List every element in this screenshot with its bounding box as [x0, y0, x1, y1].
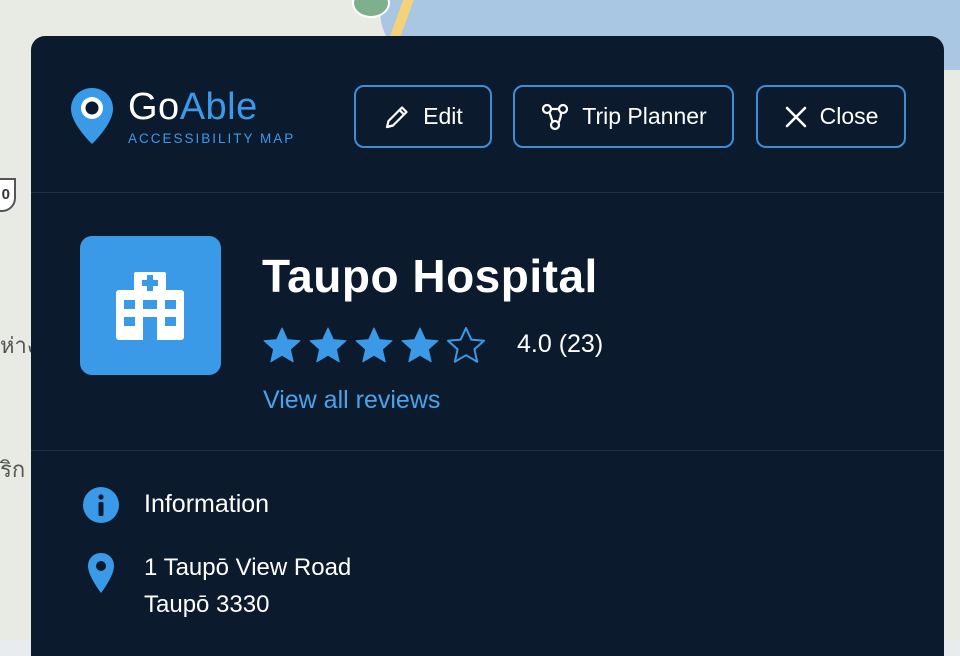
close-button-label: Close [819, 103, 879, 129]
map-label: ริก [0, 458, 26, 483]
location-pin-icon [88, 553, 114, 593]
close-button[interactable]: Close [756, 85, 906, 148]
edit-button[interactable]: Edit [354, 85, 492, 148]
close-icon [785, 106, 806, 127]
pencil-icon [386, 105, 408, 128]
star-rating [262, 326, 486, 366]
map-water [560, 0, 960, 40]
view-all-reviews-link[interactable]: View all reviews [263, 386, 440, 415]
star-filled-icon [309, 327, 347, 363]
place-category-badge [80, 236, 221, 375]
trip-planner-label: Trip Planner [582, 103, 707, 129]
info-icon [83, 487, 119, 523]
information-heading: Information [144, 490, 270, 518]
panel-header: GoAble ACCESSIBILITY MAP Edit Trip Plann… [31, 36, 944, 193]
hospital-icon [116, 272, 184, 340]
star-filled-icon [263, 327, 301, 363]
brand-suffix: Able [179, 86, 258, 128]
star-filled-icon [355, 327, 393, 363]
address-line-2: Taupō 3330 [144, 591, 270, 618]
address-line-1: 1 Taupō View Road [144, 554, 352, 581]
brand-prefix: Go [128, 86, 180, 128]
address: 1 Taupō View Road Taupō 3330 [144, 549, 351, 623]
route-icon [542, 103, 569, 130]
star-empty-icon [447, 327, 485, 363]
brand-name: GoAble [128, 86, 258, 129]
app-logo: GoAble ACCESSIBILITY MAP [69, 86, 329, 156]
brand-tagline: ACCESSIBILITY MAP [128, 131, 296, 146]
place-summary: Taupo Hospital 4.0 (23) View all reviews [31, 193, 944, 451]
logo-pin-icon [71, 88, 113, 144]
rating-summary: 4.0 (23) [517, 330, 604, 358]
place-details-panel: GoAble ACCESSIBILITY MAP Edit Trip Plann… [31, 36, 944, 656]
trip-planner-button[interactable]: Trip Planner [513, 85, 734, 148]
place-title: Taupo Hospital [262, 250, 598, 302]
star-filled-icon [401, 327, 439, 363]
edit-button-label: Edit [423, 103, 463, 129]
